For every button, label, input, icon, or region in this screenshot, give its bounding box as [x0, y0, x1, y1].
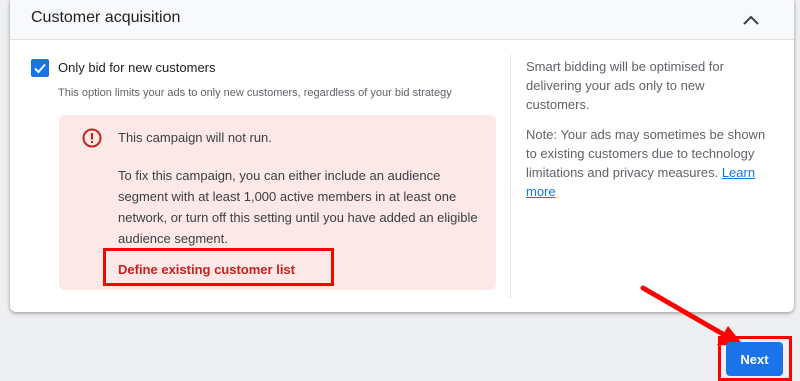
info-paragraph-1: Smart bidding will be optimised for deli…: [526, 59, 724, 112]
panel-header[interactable]: Customer acquisition: [10, 0, 794, 40]
new-customers-checkbox[interactable]: [31, 59, 49, 77]
checkmark-icon: [34, 63, 46, 74]
info-paragraph-2: Note: Your ads may sometimes be shown to…: [526, 125, 766, 201]
define-customer-list-link[interactable]: Define existing customer list: [118, 262, 295, 277]
error-title: This campaign will not run.: [118, 130, 272, 145]
panel-title: Customer acquisition: [31, 9, 181, 26]
next-button[interactable]: Next: [726, 342, 783, 376]
error-circle-icon: [82, 128, 102, 148]
collapse-button[interactable]: [736, 8, 766, 32]
error-body: To fix this campaign, you can either inc…: [118, 168, 478, 246]
option-description: This option limits your ads to only new …: [58, 87, 452, 99]
column-divider: [510, 55, 511, 298]
checkbox-label[interactable]: Only bid for new customers: [58, 60, 216, 75]
chevron-up-icon: [743, 15, 759, 25]
